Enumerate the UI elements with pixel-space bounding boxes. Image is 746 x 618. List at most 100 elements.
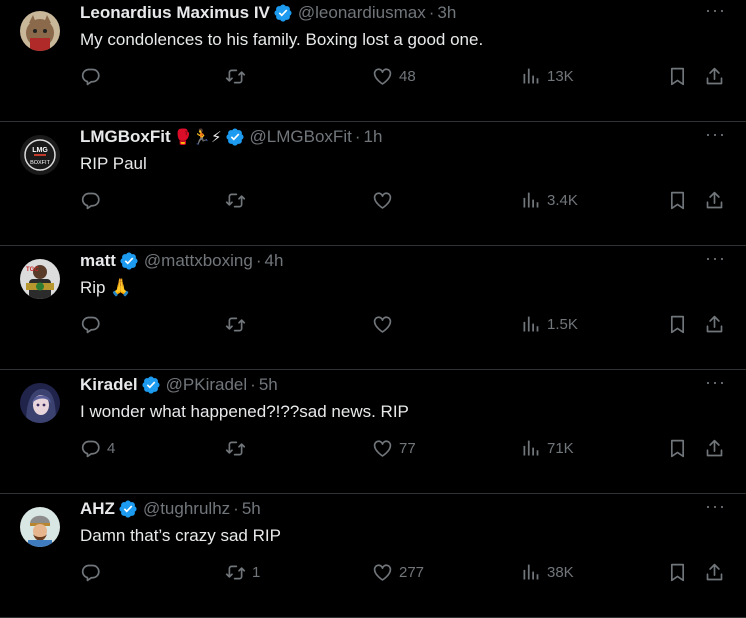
share-button[interactable]: [704, 562, 725, 583]
tweet[interactable]: TGC matt @mattxboxing · 4h ··· Rip 🙏 1.5…: [0, 246, 746, 370]
svg-text:TGC: TGC: [26, 267, 39, 273]
tweet-text: RIP Paul: [80, 154, 147, 173]
avatar[interactable]: [20, 11, 60, 51]
user-handle[interactable]: @LMGBoxFit: [250, 127, 352, 147]
bookmark-button[interactable]: [667, 66, 688, 87]
heart-icon: [372, 190, 393, 211]
verified-badge-icon[interactable]: [225, 127, 245, 147]
share-button[interactable]: [704, 66, 725, 87]
timestamp[interactable]: 3h: [437, 3, 456, 23]
heart-icon: [372, 438, 393, 459]
verified-badge-icon[interactable]: [119, 251, 139, 271]
tweet[interactable]: LMG BOXFIT LMGBoxFit 🥊🏃⚡ @LMGBoxFit · 1h …: [0, 122, 746, 246]
retweet-button[interactable]: [225, 438, 252, 459]
heart-icon: [372, 562, 393, 583]
tweet-header: AHZ @tughrulhz · 5h: [80, 498, 261, 520]
views-button[interactable]: 71K: [520, 438, 574, 459]
separator-dot: ·: [233, 499, 239, 518]
like-button[interactable]: [372, 190, 399, 211]
display-name[interactable]: LMGBoxFit: [80, 127, 171, 147]
retweet-button[interactable]: [225, 190, 252, 211]
timestamp[interactable]: 5h: [259, 375, 278, 395]
bar-chart-icon: [520, 562, 541, 583]
avatar[interactable]: LMG BOXFIT: [20, 135, 60, 175]
reply-button[interactable]: [80, 562, 107, 583]
user-handle[interactable]: @PKiradel: [166, 375, 248, 395]
verified-badge-icon[interactable]: [141, 375, 161, 395]
views-button[interactable]: 1.5K: [520, 314, 578, 335]
retweet-button[interactable]: [225, 66, 252, 87]
tweet-header: Leonardius Maximus IV @leonardiusmax · 3…: [80, 2, 456, 24]
bookmark-icon: [667, 438, 688, 459]
retweet-icon: [225, 190, 246, 211]
tweet-actions: 4 77 71K: [80, 436, 730, 466]
separator-dot: ·: [250, 375, 256, 394]
retweet-button[interactable]: [225, 314, 252, 335]
timestamp[interactable]: 1h: [364, 127, 383, 147]
bookmark-button[interactable]: [667, 190, 688, 211]
views-button[interactable]: 38K: [520, 562, 574, 583]
reply-button[interactable]: [80, 314, 107, 335]
user-handle[interactable]: @mattxboxing: [144, 251, 253, 271]
tweet-text: I wonder what happened?!??sad news. RIP: [80, 402, 409, 421]
bookmark-button[interactable]: [667, 314, 688, 335]
avatar[interactable]: [20, 383, 60, 423]
like-count: 77: [399, 440, 416, 457]
user-handle[interactable]: @tughrulhz: [143, 499, 230, 519]
verified-badge-icon[interactable]: [273, 3, 293, 23]
user-handle[interactable]: @leonardiusmax: [298, 3, 426, 23]
more-options-icon[interactable]: ···: [705, 0, 726, 21]
retweet-count: 1: [252, 564, 261, 581]
reply-button[interactable]: [80, 190, 107, 211]
like-button[interactable]: 277: [372, 562, 424, 583]
view-count: 3.4K: [547, 192, 578, 209]
tweet[interactable]: Leonardius Maximus IV @leonardiusmax · 3…: [0, 0, 746, 122]
share-button[interactable]: [704, 190, 725, 211]
bookmark-icon: [667, 190, 688, 211]
bookmark-icon: [667, 562, 688, 583]
reply-button[interactable]: 4: [80, 438, 115, 459]
avatar[interactable]: [20, 507, 60, 547]
view-count: 13K: [547, 68, 574, 85]
share-icon: [704, 438, 725, 459]
views-button[interactable]: 3.4K: [520, 190, 578, 211]
like-button[interactable]: [372, 314, 399, 335]
share-icon: [704, 314, 725, 335]
bookmark-button[interactable]: [667, 562, 688, 583]
separator-dot: ·: [255, 251, 262, 270]
reply-button[interactable]: [80, 66, 107, 87]
separator-dot: ·: [428, 3, 435, 22]
more-options-icon[interactable]: ···: [705, 124, 726, 145]
display-name[interactable]: AHZ: [80, 499, 115, 519]
share-icon: [704, 562, 725, 583]
tweet-header: matt @mattxboxing · 4h: [80, 250, 283, 272]
verified-badge-icon[interactable]: [118, 499, 138, 519]
display-name[interactable]: matt: [80, 251, 116, 271]
timestamp[interactable]: 4h: [265, 251, 284, 271]
retweet-icon: [225, 66, 246, 87]
heart-icon: [372, 66, 393, 87]
reply-icon: [80, 66, 101, 87]
bar-chart-icon: [520, 190, 541, 211]
timestamp[interactable]: 5h: [242, 499, 261, 519]
display-name[interactable]: Kiradel: [80, 375, 138, 395]
bar-chart-icon: [520, 314, 541, 335]
like-button[interactable]: 77: [372, 438, 416, 459]
more-options-icon[interactable]: ···: [705, 496, 726, 517]
retweet-icon: [225, 438, 246, 459]
avatar[interactable]: TGC: [20, 259, 60, 299]
share-button[interactable]: [704, 314, 725, 335]
display-name[interactable]: Leonardius Maximus IV: [80, 3, 270, 23]
retweet-button[interactable]: 1: [225, 562, 260, 583]
tweet[interactable]: AHZ @tughrulhz · 5h ··· Damn that’s craz…: [0, 494, 746, 618]
tweet-actions: 3.4K: [80, 188, 730, 218]
tweet[interactable]: Kiradel @PKiradel · 5h ··· I wonder what…: [0, 370, 746, 494]
like-button[interactable]: 48: [372, 66, 416, 87]
more-options-icon[interactable]: ···: [705, 248, 726, 269]
more-options-icon[interactable]: ···: [705, 372, 726, 393]
views-button[interactable]: 13K: [520, 66, 574, 87]
share-icon: [704, 190, 725, 211]
share-button[interactable]: [704, 438, 725, 459]
name-emoji: 🥊🏃⚡: [173, 128, 222, 146]
bookmark-button[interactable]: [667, 438, 688, 459]
